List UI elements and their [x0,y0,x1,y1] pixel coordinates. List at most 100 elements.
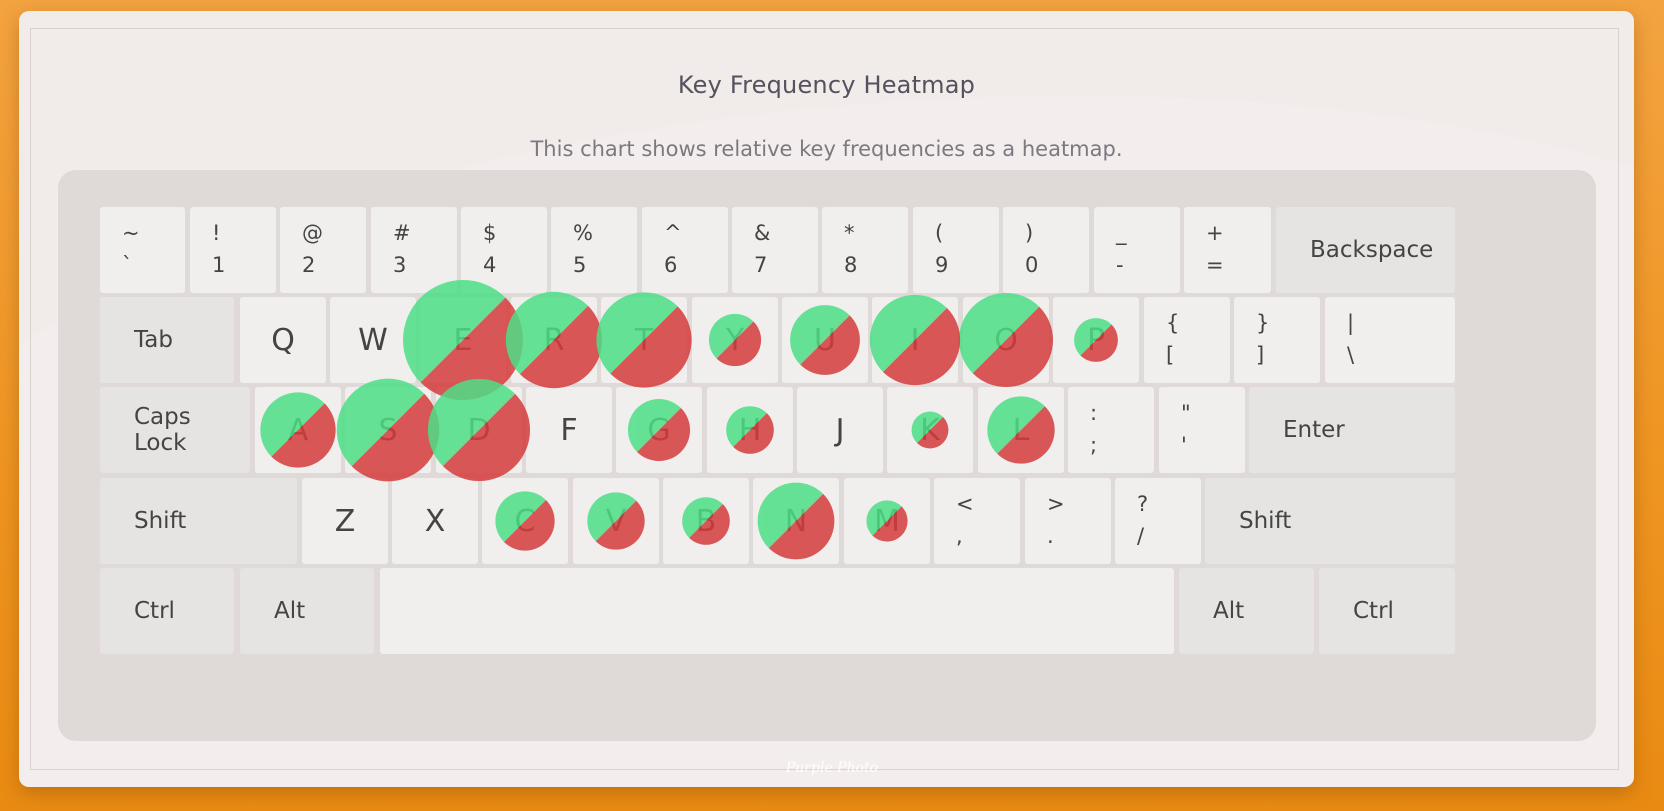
key-m: M [844,478,930,564]
key-f: F [526,387,612,473]
key-label: Tab [134,327,173,353]
key-label: N [784,503,808,539]
key-z: Z [302,478,388,564]
key-shift-label: ~ [122,221,140,245]
key-label: Alt [274,598,306,624]
key-base-label: ] [1256,343,1265,367]
key-label: S [378,412,398,448]
key-symbol: ? / [1115,478,1201,564]
key-d: D [436,387,522,473]
key-k: K [887,387,973,473]
key-symbol: % 5 [551,207,637,293]
key-shift-label: @ [302,221,323,245]
key-symbol: :; [1068,387,1154,473]
key-s: S [345,387,431,473]
key-c: C [482,478,568,564]
key-t: T [601,297,687,383]
key-label: H [738,412,762,448]
key-o: O [963,297,1049,383]
key-base-label: 1 [212,253,226,277]
key-label: R [543,322,565,358]
keyboard: ~ `! 1 @2 #3 $4% 5 ^ 6 & 7 * 8(9) 0 _ - + = Backspace Tab Q W… [58,170,1596,741]
key-label: I [910,322,920,358]
key-shift-label: ( [935,221,944,245]
key-label: Backspace [1310,237,1434,263]
key-backspace: Backspace [1276,207,1455,293]
key-h: H [707,387,793,473]
key-base-label: 2 [302,253,316,277]
key-r: R [511,297,597,383]
key-base-label: ' [1181,433,1187,457]
key-tab: Tab [100,297,234,383]
chart-card: Key Frequency Heatmap This chart shows r… [19,11,1634,787]
key-label: Y [725,322,745,358]
key-label: X [424,503,446,539]
key-shift-label: & [754,221,771,245]
key-shift-label: : [1090,401,1098,425]
key-base-label: - [1116,253,1124,277]
key-base-label: 8 [844,253,858,277]
key-g: G [616,387,702,473]
key-symbol: }] [1234,297,1320,383]
key-shift-label: ! [212,221,221,245]
key-label: J [835,412,845,448]
key-alt: Alt [240,568,374,654]
key-base-label: 9 [935,253,949,277]
key-symbol: #3 [371,207,457,293]
key-symbol: >. [1025,478,1111,564]
key-enter: Enter [1249,387,1455,473]
key-ctrl: Ctrl [1319,568,1455,654]
key-label: E [453,322,473,358]
key-base-label: 7 [754,253,768,277]
key-symbol: @2 [280,207,366,293]
key-label: W [358,322,388,358]
key-alt: Alt [1179,568,1314,654]
key-shift-label: " [1181,401,1191,425]
key-w: W [330,297,416,383]
key-base-label: \ [1347,343,1355,367]
key-symbol: $4 [461,207,547,293]
key-label: Enter [1283,417,1345,443]
key-symbol: & 7 [732,207,818,293]
key-symbol: + = [1184,207,1271,293]
key-label: A [287,412,309,448]
key-y: Y [692,297,778,383]
key-shift-label: # [393,221,411,245]
key-label: D [467,412,491,448]
watermark: Purple Photo [785,760,879,776]
key-a: A [255,387,341,473]
key-p: P [1053,297,1139,383]
key-base-label: / [1137,524,1145,548]
key-shift-label: | [1347,311,1355,335]
key-shift-label: { [1166,311,1180,335]
key-v: V [573,478,659,564]
key-symbol: (9 [913,207,999,293]
key-base-label: = [1206,253,1224,277]
key-shift-label: ? [1137,492,1149,516]
key-shift-label: % [573,221,593,245]
key-label: F [560,412,578,448]
key-shift-label: _ [1116,221,1127,245]
key-symbol: | \ [1325,297,1455,383]
key-shift: Shift [100,478,297,564]
key-caps-lock: Caps Lock [100,387,250,473]
key-label: L [1012,412,1030,448]
key-e: E [420,297,506,383]
key-symbol: _ - [1094,207,1180,293]
key-label: Q [271,322,295,358]
key-label: Ctrl [1353,598,1394,624]
key-label: Shift [134,508,187,534]
key-label: Z [334,503,356,539]
key-base-label: ` [122,253,133,277]
key-q: Q [240,297,326,383]
key-ctrl: Ctrl [100,568,234,654]
key-shift-label: $ [483,221,497,245]
key-symbol: ^ 6 [642,207,728,293]
key-shift-label: ) [1025,221,1034,245]
key-space [380,568,1174,654]
key-symbol: ! 1 [190,207,276,293]
key-u: U [782,297,868,383]
key-base-label: 6 [664,253,678,277]
key-label: M [874,503,900,539]
key-i: I [872,297,958,383]
